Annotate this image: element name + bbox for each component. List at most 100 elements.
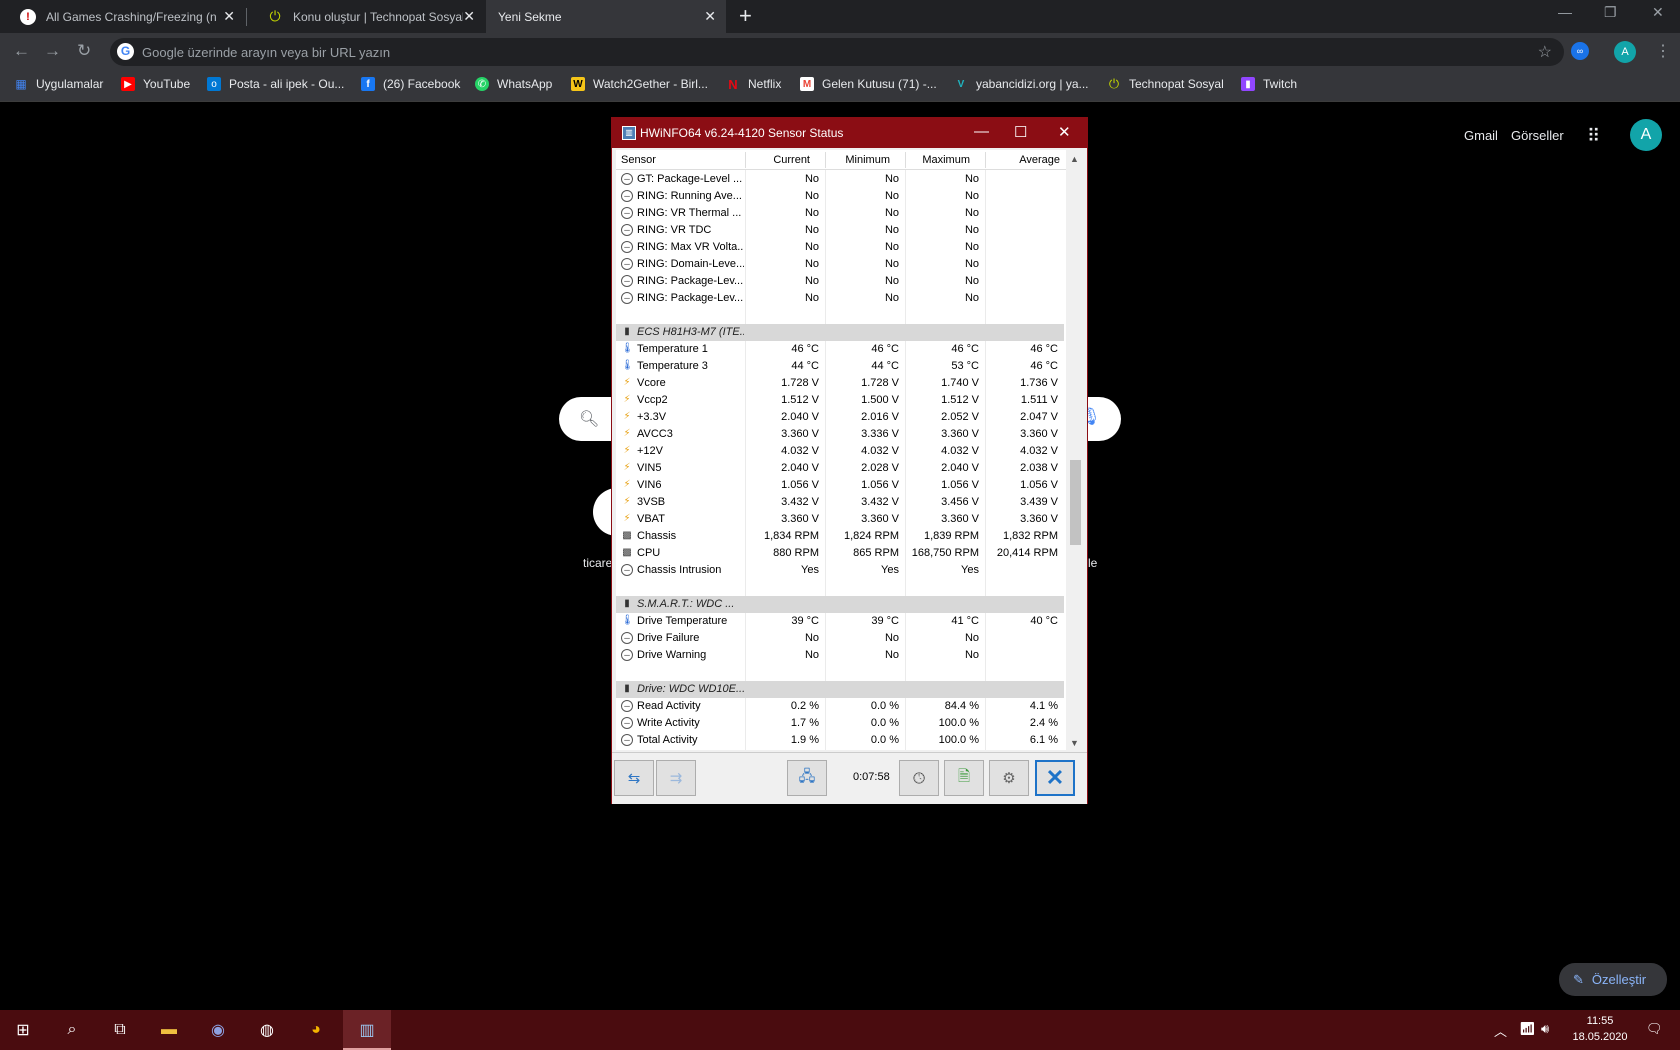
sensor-row[interactable]: – RING: Running Ave... No No No	[616, 188, 1064, 205]
hwinfo-taskbar-icon[interactable]: ▥	[355, 1018, 379, 1042]
restore-icon[interactable]: ❐	[1604, 4, 1617, 21]
bookmark-outlook[interactable]: o Posta - ali ipek - Ou...	[207, 77, 344, 91]
sensor-row[interactable]: – Drive Failure No No No	[616, 630, 1064, 647]
tab-close-icon[interactable]: ✕	[463, 8, 475, 25]
bookmark-star-icon[interactable]: ☆	[1538, 42, 1552, 62]
sensor-value-max: No	[964, 632, 979, 644]
sensor-table-scrollbar[interactable]: ▲ ▼	[1067, 150, 1084, 750]
tray-expand-icon[interactable]: ︿	[1494, 1021, 1507, 1040]
customize-button[interactable]: ✎ Özelleştir	[1559, 963, 1667, 996]
sensor-group-row[interactable]: ▮ Drive: WDC WD10E...	[616, 681, 1064, 698]
sensor-row[interactable]: 🌡︎ Temperature 3 44 °C 44 °C 53 °C 46 °C	[616, 358, 1064, 375]
sensor-row[interactable]: 🌡︎ Temperature 1 46 °C 46 °C 46 °C 46 °C	[616, 341, 1064, 358]
sensor-row[interactable]: – GT: Package-Level ... No No No	[616, 171, 1064, 188]
search-icon[interactable]: ⌕	[60, 1018, 84, 1042]
sensor-value-max: No	[964, 275, 979, 287]
bookmark-yabancidizi[interactable]: V yabancidizi.org | ya...	[954, 77, 1089, 91]
sensor-row[interactable]: – Total Activity 1.9 % 0.0 % 100.0 % 6.1 %	[616, 732, 1064, 749]
scroll-up-icon[interactable]: ▲	[1070, 154, 1079, 164]
settings-button[interactable]: ⚙	[989, 760, 1029, 796]
bookmark-watch2gether[interactable]: W Watch2Gether - Birl...	[571, 77, 708, 91]
sensor-row[interactable]: – RING: Package-Lev... No No No	[616, 273, 1064, 290]
sensor-row[interactable]: ⚡︎ VIN6 1.056 V 1.056 V 1.056 V 1.056 V	[616, 477, 1064, 494]
sensor-row[interactable]: – RING: VR Thermal ... No No No	[616, 205, 1064, 222]
extension-icon[interactable]: ∞	[1571, 42, 1589, 60]
new-tab-button[interactable]: +	[739, 3, 752, 29]
address-bar[interactable]: G Google üzerinde arayın veya bir URL ya…	[110, 38, 1564, 66]
column-header-maximum[interactable]: Maximum	[922, 154, 970, 166]
discord-icon[interactable]: ◉	[206, 1018, 230, 1042]
bookmark-twitch[interactable]: ▮ Twitch	[1241, 77, 1297, 91]
close-window-icon[interactable]: ✕	[1652, 4, 1664, 21]
tab-close-icon[interactable]: ✕	[704, 8, 716, 25]
hwinfo-title-bar[interactable]: ▥ HWiNFO64 v6.24-4120 Sensor Status — ☐ …	[612, 118, 1087, 148]
chrome-icon[interactable]: ◕	[304, 1018, 328, 1042]
task-view-icon[interactable]: ⧉	[108, 1018, 132, 1042]
system-clock[interactable]: 11:55 18.05.2020	[1560, 1013, 1640, 1045]
notifications-icon[interactable]: 🗨︎	[1646, 1021, 1663, 1037]
logging-button[interactable]: 🗎	[944, 760, 984, 796]
column-header-minimum[interactable]: Minimum	[845, 154, 890, 166]
sensor-row[interactable]: 🌡︎ Drive Temperature 39 °C 39 °C 41 °C 40 °C	[616, 613, 1064, 630]
network-button[interactable]: 🖧	[787, 760, 827, 796]
bookmark-netflix[interactable]: N Netflix	[726, 77, 781, 92]
clock-button[interactable]: 🕓︎	[899, 760, 939, 796]
sensor-row[interactable]: – RING: Domain-Leve... No No No	[616, 256, 1064, 273]
file-explorer-icon[interactable]: ▬	[157, 1018, 181, 1042]
sensor-row[interactable]: – Chassis Intrusion Yes Yes Yes	[616, 562, 1064, 579]
sensor-row[interactable]: – RING: Package-Lev... No No No	[616, 290, 1064, 307]
bookmark-technopat[interactable]: ⏻ Technopat Sosyal	[1107, 76, 1224, 91]
windows-start-icon[interactable]: ⊞	[11, 1018, 35, 1042]
sensor-group-row[interactable]: ▮ S.M.A.R.T.: WDC ...	[616, 596, 1064, 613]
menu-kebab-icon[interactable]: ⋮	[1655, 41, 1671, 61]
scroll-down-icon[interactable]: ▼	[1070, 738, 1079, 748]
profile-avatar[interactable]: A	[1614, 41, 1636, 63]
sensor-row[interactable]: ⚡︎ VBAT 3.360 V 3.360 V 3.360 V 3.360 V	[616, 511, 1064, 528]
tab-new-tab[interactable]: Yeni Sekme ✕	[486, 0, 726, 33]
sensor-row[interactable]: ⚡︎ VIN5 2.040 V 2.028 V 2.040 V 2.038 V	[616, 460, 1064, 477]
network-icon[interactable]: 📶︎	[1519, 1021, 1536, 1037]
sensor-row[interactable]: ⚡︎ 3VSB 3.432 V 3.432 V 3.456 V 3.439 V	[616, 494, 1064, 511]
column-header-current[interactable]: Current	[773, 154, 810, 166]
gmail-link[interactable]: Gmail	[1464, 128, 1498, 143]
sensor-row[interactable]: ⚡︎ AVCC3 3.360 V 3.336 V 3.360 V 3.360 V	[616, 426, 1064, 443]
steam-icon[interactable]: ◍	[255, 1018, 279, 1042]
collapse-arrows-button[interactable]: ⇉	[656, 760, 696, 796]
sensor-row[interactable]: ⚡︎ Vcore 1.728 V 1.728 V 1.740 V 1.736 V	[616, 375, 1064, 392]
sensor-row[interactable]: – RING: VR TDC No No No	[616, 222, 1064, 239]
minimize-icon[interactable]: —	[974, 123, 989, 140]
expand-arrows-button[interactable]: ⇆	[614, 760, 654, 796]
bookmark-apps[interactable]: ▦ Uygulamalar	[14, 77, 103, 91]
sensor-group-row[interactable]: ▮ ECS H81H3-M7 (ITE...	[616, 324, 1064, 341]
ntp-profile-avatar[interactable]: A	[1630, 119, 1662, 151]
close-icon[interactable]: ✕	[1058, 123, 1071, 141]
bookmark-facebook[interactable]: f (26) Facebook	[361, 77, 460, 91]
scrollbar-thumb[interactable]	[1070, 460, 1081, 545]
sensor-row[interactable]: ⚡︎ +3.3V 2.040 V 2.016 V 2.052 V 2.047 V	[616, 409, 1064, 426]
column-header-sensor[interactable]: Sensor	[621, 154, 656, 166]
sensor-row[interactable]: – RING: Max VR Volta... No No No	[616, 239, 1064, 256]
maximize-icon[interactable]: ☐	[1014, 123, 1027, 141]
tab-technopat[interactable]: ⏻ Konu oluştur | Technopat Sosyal ✕	[247, 0, 485, 33]
bookmark-gmail[interactable]: M Gelen Kutusu (71) -...	[800, 77, 937, 91]
bookmark-whatsapp[interactable]: ✆ WhatsApp	[475, 77, 552, 91]
sensor-row[interactable]: – Read Activity 0.2 % 0.0 % 84.4 % 4.1 %	[616, 698, 1064, 715]
sensor-row[interactable]: ▩ CPU 880 RPM 865 RPM 168,750 RPM 20,414 RPM	[616, 545, 1064, 562]
sensor-row[interactable]: – Drive Warning No No No	[616, 647, 1064, 664]
forward-icon[interactable]: →	[44, 41, 61, 61]
google-apps-icon[interactable]: ⠿	[1587, 126, 1600, 147]
images-link[interactable]: Görseller	[1511, 128, 1564, 143]
close-sensors-button[interactable]: ✕	[1035, 760, 1075, 796]
tab-close-icon[interactable]: ✕	[223, 8, 235, 25]
sensor-row[interactable]: – Write Activity 1.7 % 0.0 % 100.0 % 2.4 %	[616, 715, 1064, 732]
minimize-icon[interactable]: —	[1558, 4, 1572, 20]
tab-tomshardware[interactable]: ! All Games Crashing/Freezing (no ✕	[0, 0, 245, 33]
reload-icon[interactable]: ↻	[77, 41, 91, 61]
sensor-row[interactable]: ▩ Chassis 1,834 RPM 1,824 RPM 1,839 RPM 1,832…	[616, 528, 1064, 545]
bookmark-youtube[interactable]: ▶ YouTube	[121, 77, 190, 91]
back-icon[interactable]: ←	[13, 41, 30, 61]
volume-icon[interactable]: 🔊︎	[1541, 1021, 1549, 1037]
sensor-row[interactable]: ⚡︎ Vccp2 1.512 V 1.500 V 1.512 V 1.511 V	[616, 392, 1064, 409]
column-header-average[interactable]: Average	[1019, 154, 1060, 166]
sensor-row[interactable]: ⚡︎ +12V 4.032 V 4.032 V 4.032 V 4.032 V	[616, 443, 1064, 460]
